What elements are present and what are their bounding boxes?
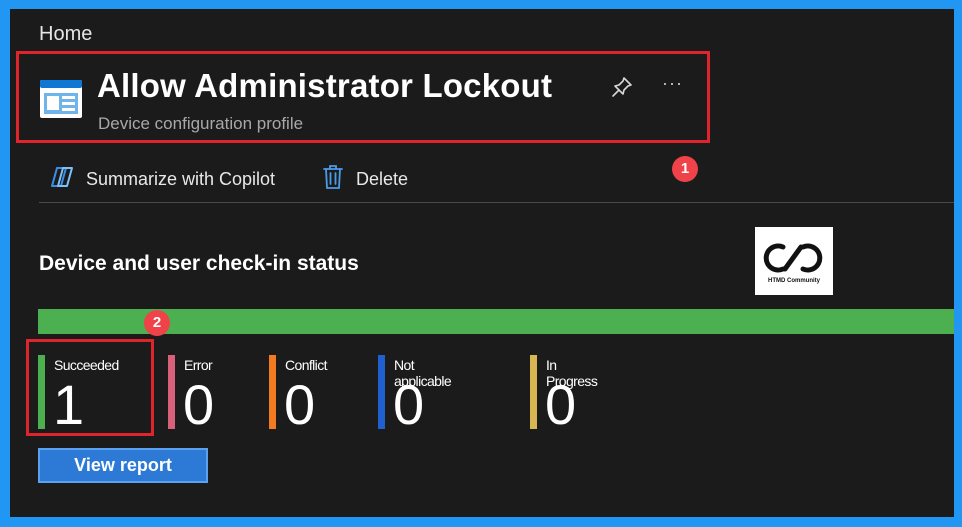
copilot-icon [48, 165, 76, 194]
checkin-status-bar [38, 309, 954, 334]
command-bar-divider [39, 202, 954, 203]
annotation-marker-2: 2 [144, 310, 170, 336]
intune-profile-panel: Home Allow Administrator Lockout Device … [10, 9, 954, 517]
in-progress-color-stripe [530, 355, 537, 429]
succeeded-highlight-box [26, 339, 154, 436]
htmd-community-logo: HTMD Community [755, 227, 833, 295]
stat-value: 0 [393, 373, 425, 436]
device-config-profile-icon [39, 79, 83, 119]
stat-value: 0 [183, 373, 215, 436]
conflict-color-stripe [269, 355, 276, 429]
stat-label: Error [184, 357, 213, 373]
logo-text: HTMD Community [768, 277, 820, 284]
delete-button[interactable]: Delete [322, 164, 408, 194]
copilot-button-label: Summarize with Copilot [86, 168, 276, 189]
error-color-stripe [168, 355, 175, 429]
trash-icon [322, 164, 344, 195]
section-heading: Device and user check-in status [39, 252, 359, 275]
page-subtitle: Device configuration profile [98, 114, 304, 133]
annotation-marker-1: 1 [672, 156, 698, 182]
view-report-button[interactable]: View report [38, 448, 208, 483]
pin-icon[interactable] [610, 75, 634, 99]
summarize-copilot-button[interactable]: Summarize with Copilot [48, 164, 275, 194]
not-applicable-color-stripe [378, 355, 385, 429]
more-options-icon[interactable]: ··· [662, 73, 683, 94]
delete-button-label: Delete [356, 168, 409, 189]
stat-value: 0 [545, 373, 577, 436]
stat-label: Conflict [285, 357, 327, 373]
page-title: Allow Administrator Lockout [97, 67, 553, 104]
breadcrumb-home[interactable]: Home [39, 23, 92, 46]
stat-value: 0 [284, 373, 316, 436]
